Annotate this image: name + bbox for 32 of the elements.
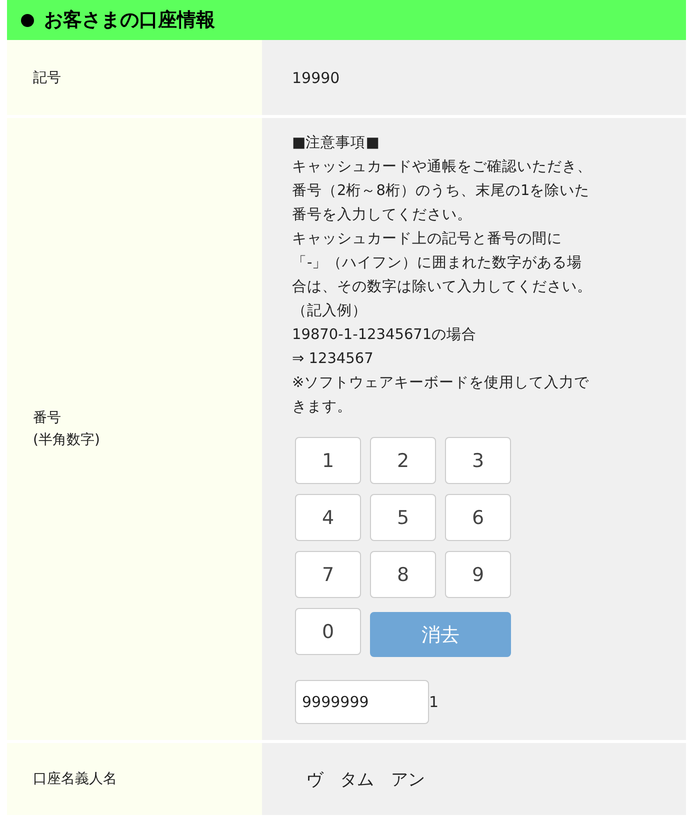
keypad-key[interactable]: 1 [295, 437, 361, 484]
field-label: 番号 [33, 409, 62, 428]
keypad-key[interactable]: 5 [370, 494, 436, 541]
note-text: ■注意事項■ [292, 134, 380, 153]
keypad-key[interactable]: 4 [295, 494, 361, 541]
note-text: 合は、その数字は除いて入力してください。 [292, 278, 593, 297]
suffix-digit: 1 [429, 693, 439, 711]
field-label: 口座名義人名 [33, 770, 118, 789]
note-text: 19870-1-12345671の場合 [292, 326, 478, 345]
note-text: きます。 [292, 398, 353, 417]
field-label: (半角数字) [33, 431, 101, 450]
note-text: （記入例） [292, 302, 368, 321]
keypad-key[interactable]: 0 [295, 608, 361, 655]
keypad-key[interactable]: 9 [445, 551, 511, 598]
note-text: 番号を入力してください。 [292, 206, 473, 225]
note-text: ※ソフトウェアキーボードを使用して入力で [292, 374, 590, 393]
keypad-key[interactable]: 3 [445, 437, 511, 484]
bullet-icon [21, 14, 34, 26]
section-title: お客さまの口座情報 [44, 8, 215, 33]
note-text: 「-」（ハイフン）に囲まれた数字がある場 [292, 254, 584, 273]
keypad-key[interactable]: 8 [370, 551, 436, 598]
note-text: ⇒ 1234567 [292, 350, 374, 369]
note-text: 番号（2桁～8桁）のうち、末尾の1を除いた [292, 182, 591, 201]
number-input-field[interactable]: 9999999 [295, 680, 429, 724]
keypad-key[interactable]: 6 [445, 494, 511, 541]
note-text: キャッシュカード上の記号と番号の間に [292, 230, 563, 249]
keypad-key[interactable]: 7 [295, 551, 361, 598]
field-value: ヴ タム アン [305, 768, 426, 790]
note-text: キャッシュカードや通帳をご確認いただき、 [292, 158, 593, 177]
field-value: 19990 [292, 68, 341, 86]
keypad-key[interactable]: 2 [370, 437, 436, 484]
field-label: 記号 [33, 68, 62, 88]
